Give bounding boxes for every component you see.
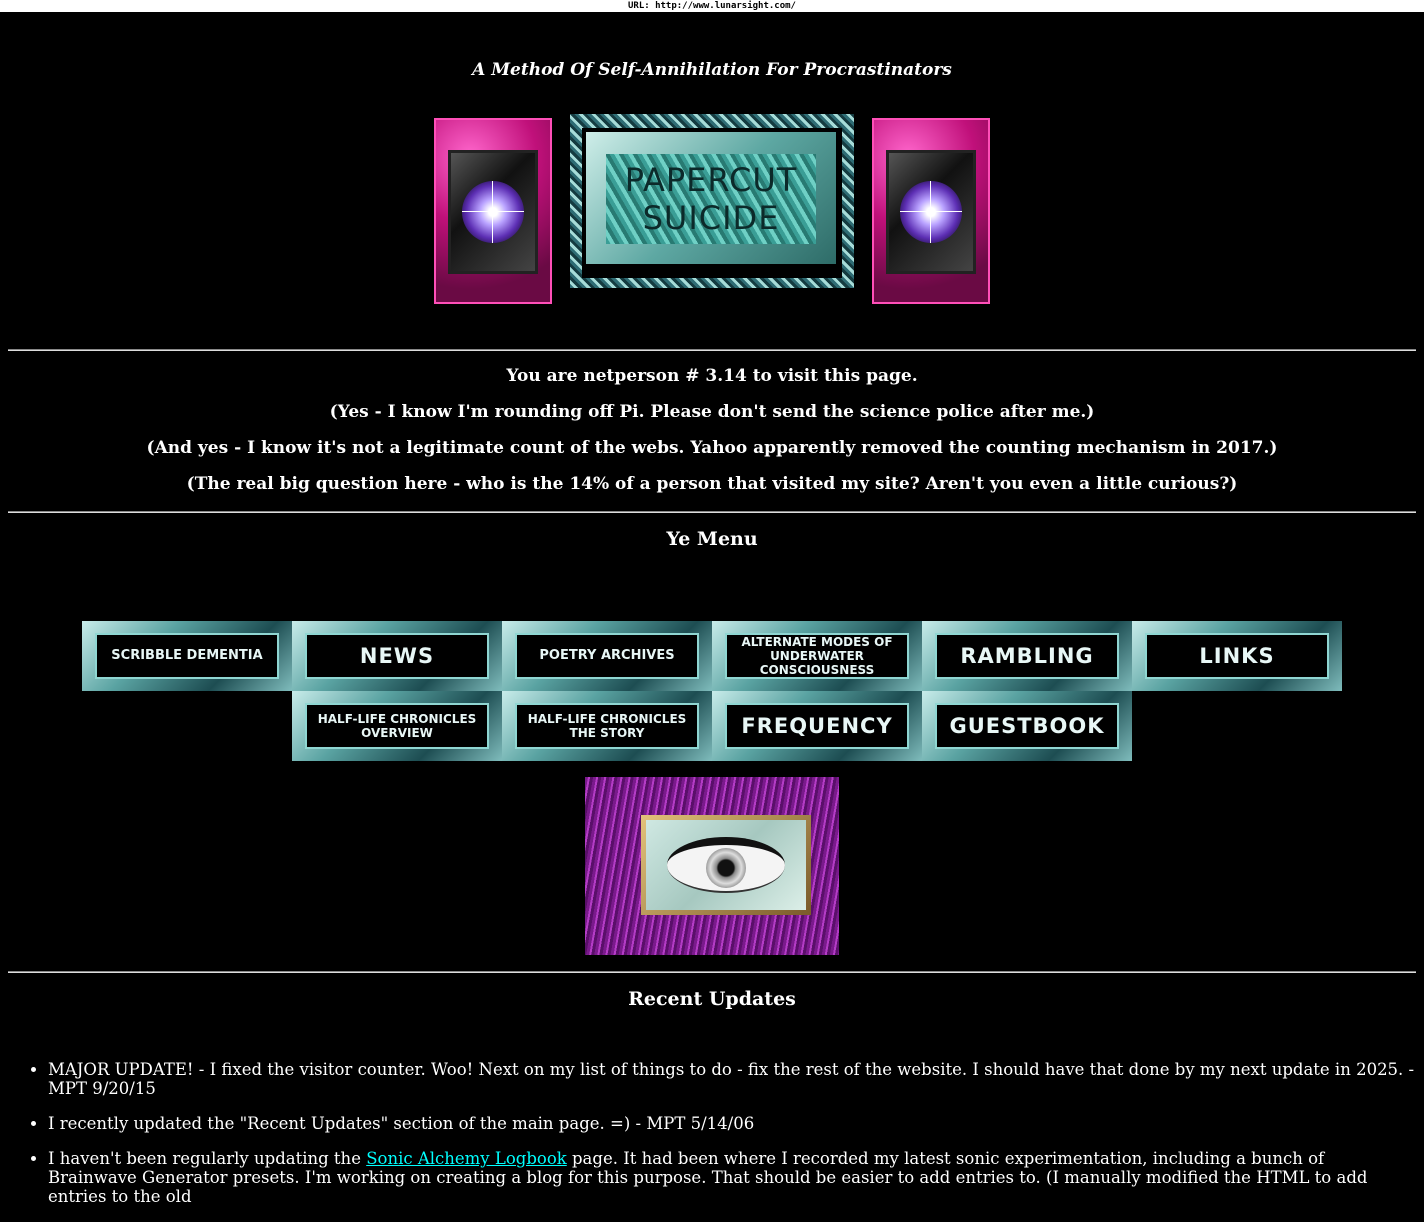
menu-button-scribble-dementia[interactable]: SCRIBBLE DEMENTIA [82,621,292,691]
url-bar: URL: http://www.lunarsight.com/ [0,0,1424,12]
eye-icon [667,837,785,893]
crosshair-eye-icon [462,181,524,243]
menu-button-links[interactable]: LINKS [1132,621,1342,691]
menu-button-half-life-overview[interactable]: HALF-LIFE CHRONICLES OVERVIEW [292,691,502,761]
menu-button-half-life-story[interactable]: HALF-LIFE CHRONICLES THE STORY [502,691,712,761]
menu-row-1: SCRIBBLE DEMENTIA NEWS POETRY ARCHIVES A… [0,621,1424,691]
menu-button-rambling[interactable]: RAMBLING [922,621,1132,691]
menu-button-label: FREQUENCY [725,703,909,749]
menu-button-guestbook[interactable]: GUESTBOOK [922,691,1132,761]
logo-line-2: SUICIDE [642,199,780,237]
left-eye-frame [434,118,552,304]
counter-note: (Yes - I know I'm rounding off Pi. Pleas… [329,402,1095,422]
header-banner: PAPERCUT SUICIDE [0,114,1424,310]
menu-button-label: NEWS [305,633,489,679]
menu-button-label: RAMBLING [935,633,1119,679]
visitor-counter: You are netperson # 3.14 to visit this p… [0,366,1424,510]
divider [8,971,1416,973]
divider [8,349,1416,351]
menu-title: Ye Menu [666,528,758,550]
menu-button-label: POETRY ARCHIVES [515,633,699,679]
logo-line-1: PAPERCUT [624,161,798,199]
list-item: I haven't been regularly updating the So… [48,1149,1416,1206]
counter-note: (The real big question here - who is the… [186,474,1238,494]
menu-button-label: GUESTBOOK [935,703,1119,749]
menu-row-2: HALF-LIFE CHRONICLES OVERVIEW HALF-LIFE … [0,691,1424,761]
menu-button-label: LINKS [1145,633,1329,679]
counter-line: You are netperson # 3.14 to visit this p… [506,366,918,386]
menu-button-alternate-modes[interactable]: ALTERNATE MODES OF UNDERWATER CONSCIOUSN… [712,621,922,691]
update-text: I haven't been regularly updating the [48,1149,367,1168]
menu-button-label: SCRIBBLE DEMENTIA [95,633,279,679]
page-tagline: A Method Of Self-Annihilation For Procra… [472,60,952,80]
eye-image [585,777,839,955]
crosshair-eye-icon [900,181,962,243]
menu-button-label: HALF-LIFE CHRONICLES THE STORY [515,703,699,749]
updates-list: MAJOR UPDATE! - I fixed the visitor coun… [0,1060,1424,1222]
site-logo: PAPERCUT SUICIDE [570,114,854,288]
menu-button-poetry-archives[interactable]: POETRY ARCHIVES [502,621,712,691]
divider [8,511,1416,513]
menu-button-news[interactable]: NEWS [292,621,502,691]
list-item: MAJOR UPDATE! - I fixed the visitor coun… [48,1060,1416,1098]
menu-button-label: HALF-LIFE CHRONICLES OVERVIEW [305,703,489,749]
menu-button-frequency[interactable]: FREQUENCY [712,691,922,761]
sonic-alchemy-logbook-link[interactable]: Sonic Alchemy Logbook [366,1149,567,1168]
counter-note: (And yes - I know it's not a legitimate … [146,438,1278,458]
right-eye-frame [872,118,990,304]
updates-title: Recent Updates [628,988,796,1010]
list-item: I recently updated the "Recent Updates" … [48,1114,1416,1133]
menu-button-label: ALTERNATE MODES OF UNDERWATER CONSCIOUSN… [725,633,909,679]
